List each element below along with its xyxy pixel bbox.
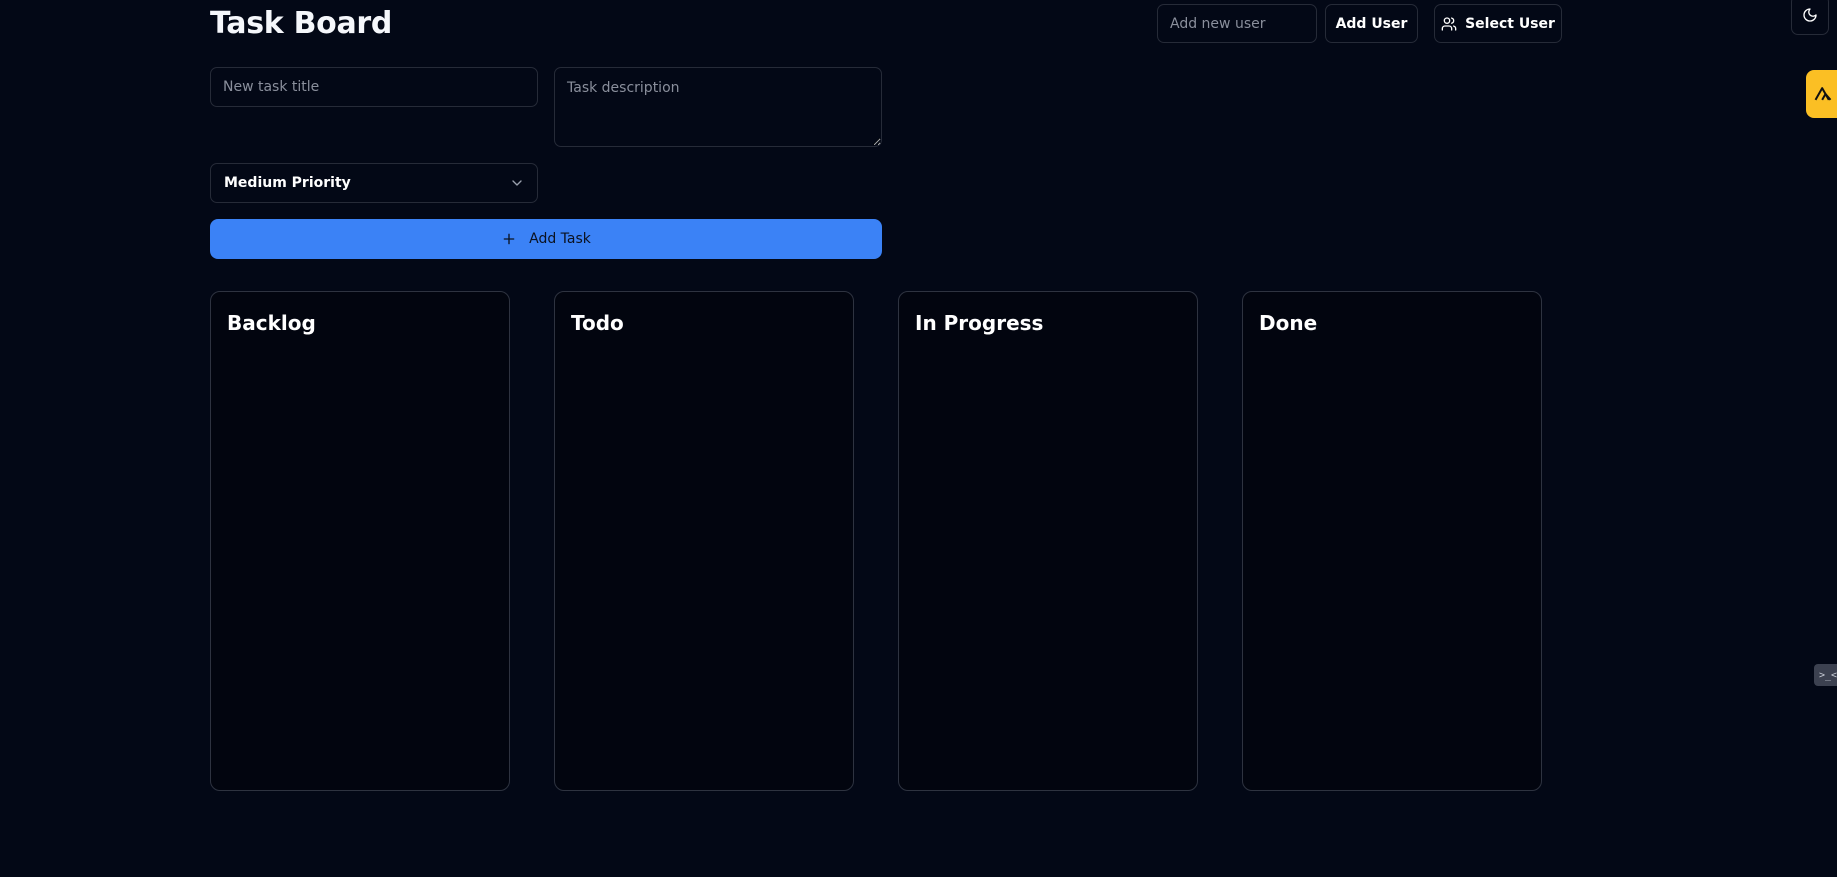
- task-description-input[interactable]: [554, 67, 882, 147]
- add-task-button[interactable]: Add Task: [210, 219, 882, 259]
- column-todo: Todo: [554, 291, 854, 791]
- widget-logo-icon: [1813, 84, 1833, 104]
- priority-select[interactable]: Medium Priority: [210, 163, 538, 203]
- add-task-label: Add Task: [529, 231, 591, 247]
- task-title-input[interactable]: [210, 67, 538, 107]
- add-user-button[interactable]: Add User: [1325, 4, 1418, 43]
- side-tab-button[interactable]: >_<: [1814, 664, 1837, 686]
- plus-icon: [501, 231, 517, 247]
- column-title: Todo: [571, 311, 624, 335]
- column-title: Backlog: [227, 311, 316, 335]
- priority-selected-value: Medium Priority: [224, 175, 351, 191]
- users-icon: [1441, 16, 1457, 32]
- moon-icon: [1802, 7, 1818, 23]
- select-user-label: Select User: [1465, 15, 1555, 32]
- add-user-label: Add User: [1335, 15, 1408, 32]
- select-user-button[interactable]: Select User: [1434, 4, 1562, 43]
- column-title: Done: [1259, 311, 1318, 335]
- column-done: Done: [1242, 291, 1542, 791]
- column-title: In Progress: [915, 311, 1044, 335]
- column-in-progress: In Progress: [898, 291, 1198, 791]
- theme-toggle-button[interactable]: [1791, 0, 1829, 35]
- new-user-input[interactable]: [1157, 4, 1317, 43]
- chevron-down-icon: [509, 175, 525, 191]
- page-title: Task Board: [210, 6, 393, 41]
- column-backlog: Backlog: [210, 291, 510, 791]
- floating-widget-button[interactable]: [1806, 70, 1837, 118]
